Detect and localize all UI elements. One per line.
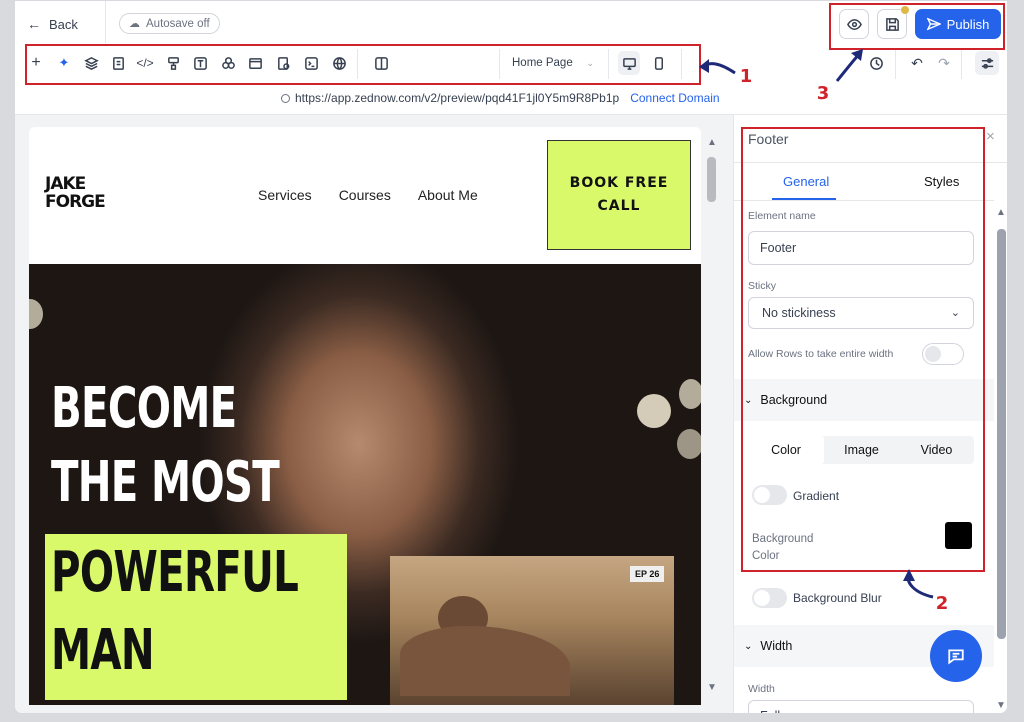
divider xyxy=(895,49,896,79)
annotation-box-3 xyxy=(829,3,1005,50)
annotation-box-1 xyxy=(25,44,701,85)
annotation-label-2: 2 xyxy=(935,593,949,614)
annotation-box-2 xyxy=(741,127,985,572)
hero-line-4: MAN xyxy=(51,618,155,683)
background-blur-toggle[interactable] xyxy=(752,588,787,608)
hero-highlight-text: POWERFUL MAN xyxy=(51,534,299,690)
hero-line-1: BECOME xyxy=(51,376,237,441)
site-logo[interactable]: JAKE FORGE xyxy=(45,174,106,212)
hero-line-3: POWERFUL xyxy=(51,540,299,605)
editor-window: ← Back ☁ Autosave off Publish + ✦ </> Ho… xyxy=(14,0,1008,714)
scroll-down-arrow[interactable]: ▼ xyxy=(707,682,717,693)
hero-line-2: THE MOST xyxy=(51,450,280,515)
annotation-badge-1: 1 xyxy=(732,63,760,87)
bokeh-light xyxy=(637,394,671,428)
annotation-badge-3: 3 xyxy=(809,80,837,104)
panel-scroll-thumb[interactable] xyxy=(997,229,1006,639)
bokeh-light xyxy=(29,299,43,329)
history-icon[interactable] xyxy=(867,53,885,73)
chat-icon xyxy=(948,649,964,665)
circle-icon xyxy=(281,93,290,103)
divider xyxy=(961,49,962,79)
annotation-label-3: 3 xyxy=(816,83,830,104)
scroll-up-arrow[interactable]: ▲ xyxy=(707,137,717,148)
connect-domain-link[interactable]: Connect Domain xyxy=(630,91,719,105)
bokeh-light xyxy=(677,429,701,459)
logo-line-1: JAKE xyxy=(45,174,86,194)
arrow-1 xyxy=(700,62,736,75)
url-bar: https://app.zednow.com/v2/preview/pqd41F… xyxy=(281,90,720,106)
back-button[interactable]: ← Back xyxy=(27,13,78,35)
redo-icon[interactable]: ↷ xyxy=(935,53,953,73)
nav-courses[interactable]: Courses xyxy=(339,187,391,203)
autosave-toggle[interactable]: ☁ Autosave off xyxy=(119,13,220,34)
undo-icon[interactable]: ↶ xyxy=(908,53,926,73)
background-blur-label: Background Blur xyxy=(793,591,882,605)
athlete-figure xyxy=(400,626,570,696)
cloud-off-icon: ☁ xyxy=(129,18,140,30)
arrow-left-icon: ← xyxy=(27,16,41,32)
scroll-thumb[interactable] xyxy=(707,157,716,202)
nav-services[interactable]: Services xyxy=(258,187,312,203)
panel-scroll-up[interactable]: ▲ xyxy=(996,207,1006,218)
cta-line-1: BOOK FREE xyxy=(569,175,669,191)
hero-image[interactable]: BECOME THE MOST POWERFUL MAN EP 26 xyxy=(29,264,701,705)
annotation-label-1: 1 xyxy=(739,66,753,87)
canvas-scrollbar[interactable]: ▲ ▼ xyxy=(705,137,719,697)
bokeh-light xyxy=(679,379,701,409)
chat-button[interactable] xyxy=(930,630,982,682)
episode-thumbnail[interactable]: EP 26 xyxy=(390,556,674,705)
autosave-label: Autosave off xyxy=(146,17,210,30)
settings-sliders-icon[interactable] xyxy=(975,51,999,75)
panel-scroll-down[interactable]: ▼ xyxy=(996,700,1006,711)
episode-badge: EP 26 xyxy=(630,566,665,582)
book-call-button[interactable]: BOOK FREE CALL xyxy=(547,140,691,250)
arrow-3 xyxy=(835,52,862,82)
hero-headline: BECOME THE MOST xyxy=(51,372,280,520)
back-label: Back xyxy=(49,16,78,32)
annotation-badge-2: 2 xyxy=(928,590,956,614)
close-icon[interactable]: × xyxy=(986,128,995,145)
toggle-knob xyxy=(754,590,770,606)
width-select[interactable]: Full xyxy=(748,700,974,713)
chevron-down-icon: ⌄ xyxy=(744,640,753,652)
site-preview[interactable]: JAKE FORGE Services Courses About Me BOO… xyxy=(29,127,701,705)
arrow-3-head xyxy=(851,49,863,61)
divider xyxy=(105,1,106,43)
width-section-title: Width xyxy=(760,639,793,653)
site-nav: Services Courses About Me xyxy=(258,187,478,203)
width-label: Width xyxy=(748,683,775,695)
preview-url[interactable]: https://app.zednow.com/v2/preview/pqd41F… xyxy=(295,91,619,105)
cta-line-2: CALL xyxy=(597,198,641,214)
nav-about-me[interactable]: About Me xyxy=(418,187,478,203)
logo-line-2: FORGE xyxy=(45,192,106,212)
